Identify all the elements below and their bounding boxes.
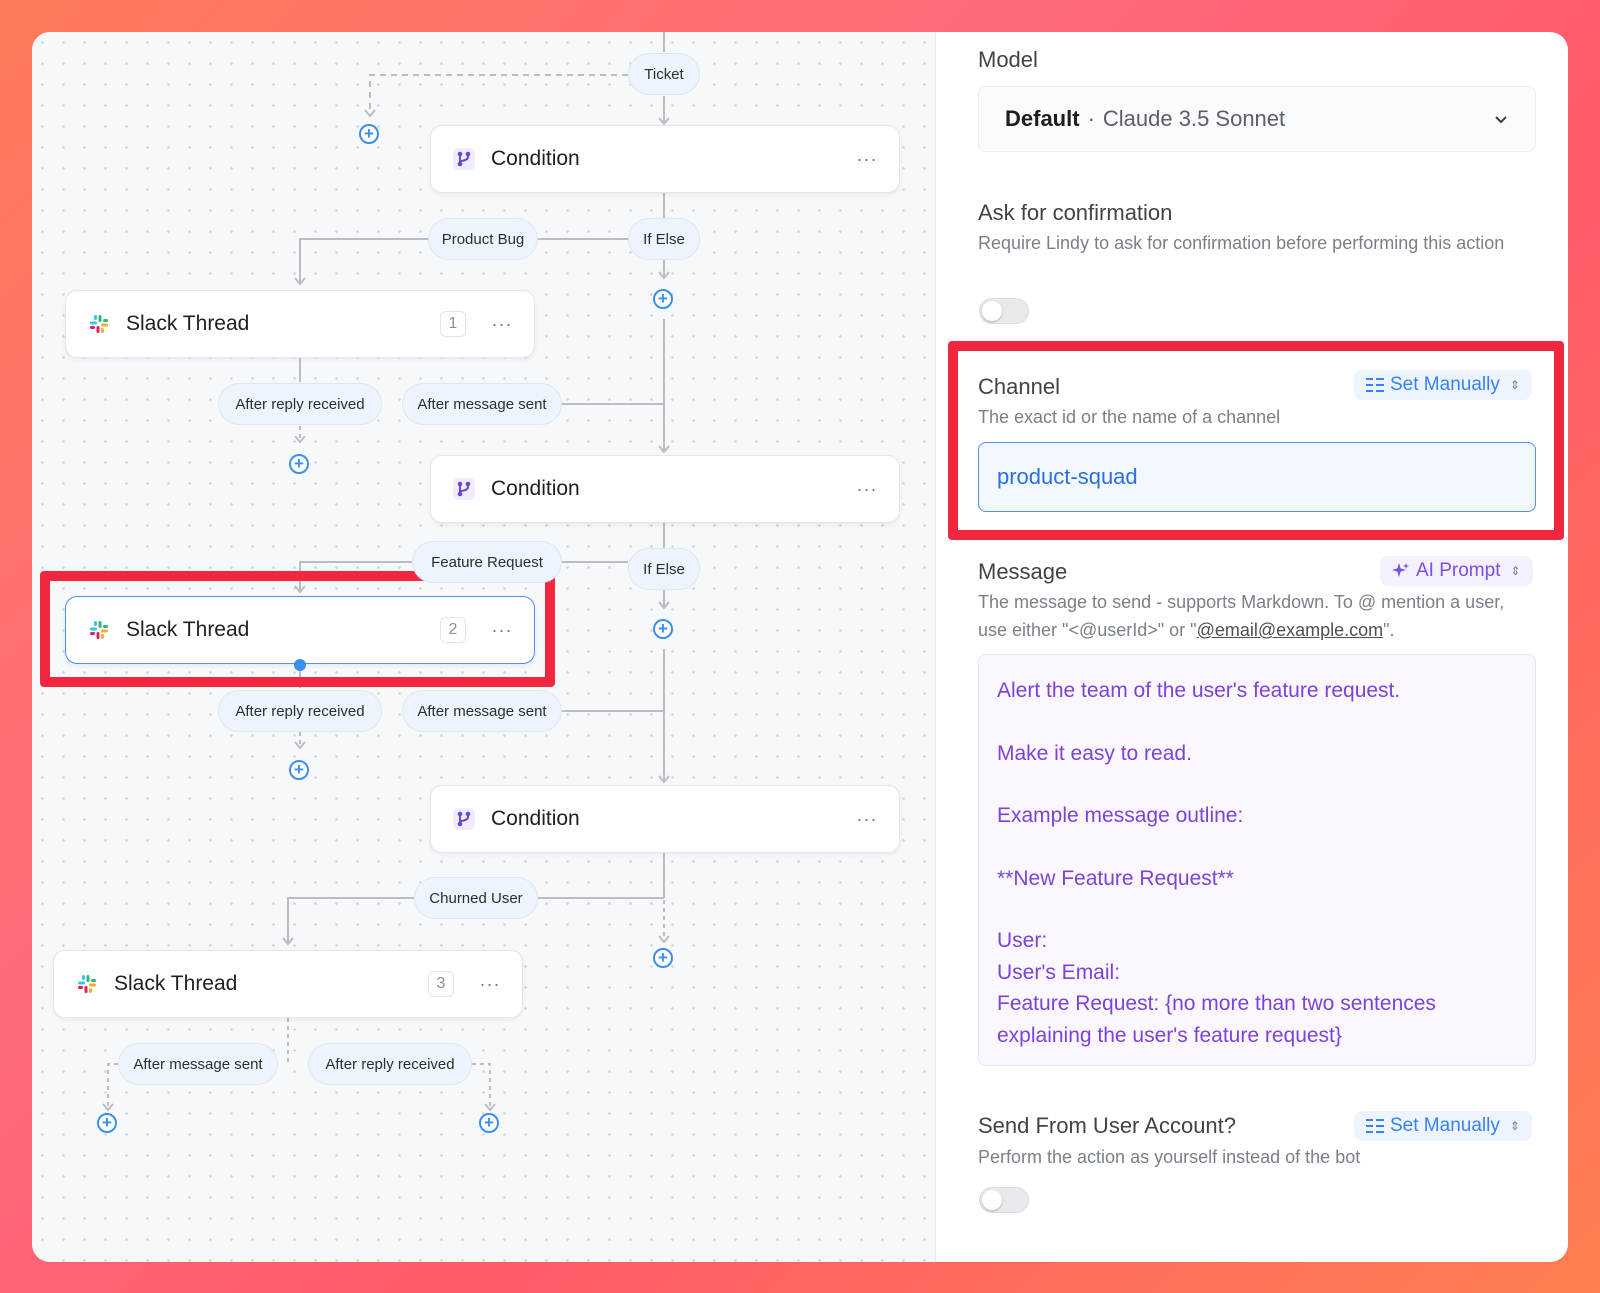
- condition-title: Condition: [491, 477, 580, 500]
- condition-node-3[interactable]: Condition ···: [430, 785, 900, 853]
- confirmation-label: Ask for confirmation: [978, 200, 1173, 225]
- message-mode-button[interactable]: AI Prompt ⇕: [1380, 556, 1533, 586]
- slack-thread-node-3[interactable]: Slack Thread 3 ···: [53, 950, 523, 1018]
- chevron-down-icon: [1495, 116, 1507, 124]
- more-options-icon[interactable]: ···: [490, 314, 514, 335]
- confirmation-toggle[interactable]: [979, 298, 1029, 324]
- add-step-icon[interactable]: +: [359, 124, 379, 144]
- prompt-line: Alert the team of the user's feature req…: [997, 679, 1401, 702]
- condition-title: Condition: [491, 807, 580, 830]
- channel-input[interactable]: product-squad: [978, 442, 1536, 512]
- slack-thread-title: Slack Thread: [126, 312, 250, 335]
- model-select[interactable]: Default · Claude 3.5 Sonnet: [978, 86, 1536, 152]
- list-icon: [1366, 1118, 1384, 1134]
- step-number-badge: 1: [440, 311, 466, 337]
- add-step-icon[interactable]: +: [289, 454, 309, 474]
- prompt-line: Feature Request: {no more than two sente…: [997, 992, 1436, 1047]
- channel-description: The exact id or the name of a channel: [978, 407, 1281, 427]
- condition-node-1[interactable]: Condition ···: [430, 125, 900, 193]
- confirmation-description: Require Lindy to ask for confirmation be…: [978, 233, 1505, 253]
- branch-icon: [451, 146, 477, 172]
- add-step-icon[interactable]: +: [653, 948, 673, 968]
- edge-label-after-sent[interactable]: After message sent: [118, 1043, 278, 1085]
- branch-icon: [451, 476, 477, 502]
- more-options-icon[interactable]: ···: [855, 479, 879, 500]
- send-from-user-mode-button[interactable]: Set Manually ⇕: [1354, 1111, 1532, 1141]
- send-from-user-label: Send From User Account?: [978, 1113, 1237, 1138]
- edge-label-if-else[interactable]: If Else: [628, 218, 700, 260]
- add-step-icon[interactable]: +: [289, 760, 309, 780]
- send-from-user-mode-label: Set Manually: [1390, 1115, 1500, 1136]
- selected-node-highlight: [40, 571, 555, 687]
- edge-label-product-bug[interactable]: Product Bug: [428, 218, 538, 260]
- step-number-badge: 3: [428, 971, 454, 997]
- condition-title: Condition: [491, 147, 580, 170]
- model-label: Model: [978, 47, 1038, 72]
- slack-thread-title: Slack Thread: [114, 972, 238, 995]
- edge-label-churned-user[interactable]: Churned User: [414, 877, 538, 919]
- message-mode-label: AI Prompt: [1416, 560, 1501, 581]
- edge-label-after-reply[interactable]: After reply received: [218, 690, 382, 732]
- prompt-line: User:: [997, 929, 1048, 952]
- branch-icon: [451, 806, 477, 832]
- edge-label-after-sent[interactable]: After message sent: [402, 690, 562, 732]
- message-prompt-editor[interactable]: Alert the team of the user's feature req…: [978, 654, 1536, 1066]
- edge-label-ticket[interactable]: Ticket: [628, 53, 700, 95]
- edge-label-after-sent[interactable]: After message sent: [402, 383, 562, 425]
- slack-icon: [86, 311, 112, 337]
- add-step-icon[interactable]: +: [479, 1113, 499, 1133]
- app-window: Condition ··· Condition ··· Condition ··…: [32, 32, 1568, 1262]
- model-name: Default: [1005, 106, 1080, 131]
- sparkle-icon: [1392, 562, 1410, 580]
- add-step-icon[interactable]: +: [653, 289, 673, 309]
- model-detail: Claude 3.5 Sonnet: [1102, 106, 1286, 131]
- add-step-icon[interactable]: +: [97, 1113, 117, 1133]
- message-description-end: ".: [1383, 620, 1395, 640]
- edge-label-if-else[interactable]: If Else: [628, 548, 700, 590]
- updown-icon: ⇕: [1510, 564, 1521, 578]
- edge-label-feature-request[interactable]: Feature Request: [412, 541, 562, 583]
- slack-icon: [74, 971, 100, 997]
- prompt-line: **New Feature Request**: [997, 866, 1234, 890]
- channel-mode-button[interactable]: Set Manually ⇕: [1354, 370, 1532, 400]
- send-from-user-description: Perform the action as yourself instead o…: [978, 1147, 1361, 1167]
- prompt-line: Make it easy to read.: [997, 741, 1192, 765]
- more-options-icon[interactable]: ···: [855, 809, 879, 830]
- edge-label-after-reply[interactable]: After reply received: [218, 383, 382, 425]
- email-example-link[interactable]: @email@example.com: [1197, 620, 1384, 640]
- more-options-icon[interactable]: ···: [478, 974, 502, 995]
- list-icon: [1366, 377, 1384, 393]
- more-options-icon[interactable]: ···: [855, 149, 879, 170]
- flow-canvas[interactable]: Condition ··· Condition ··· Condition ··…: [32, 32, 936, 1262]
- condition-node-2[interactable]: Condition ···: [430, 455, 900, 523]
- prompt-line: Example message outline:: [997, 804, 1244, 827]
- updown-icon: ⇕: [1509, 378, 1520, 392]
- updown-icon: ⇕: [1509, 1119, 1520, 1133]
- slack-thread-node-1[interactable]: Slack Thread 1 ···: [65, 290, 535, 358]
- edge-label-after-reply[interactable]: After reply received: [308, 1043, 472, 1085]
- message-description: The message to send - supports Markdown.…: [978, 588, 1538, 644]
- channel-mode-label: Set Manually: [1390, 374, 1500, 395]
- prompt-line: User's Email:: [997, 960, 1121, 984]
- message-label: Message: [978, 559, 1068, 584]
- channel-label: Channel: [978, 374, 1060, 399]
- model-separator: ·: [1087, 106, 1095, 131]
- send-from-user-toggle[interactable]: [979, 1187, 1029, 1213]
- add-step-icon[interactable]: +: [653, 619, 673, 639]
- settings-panel: Model Default · Claude 3.5 Sonnet Ask fo…: [936, 32, 1568, 1262]
